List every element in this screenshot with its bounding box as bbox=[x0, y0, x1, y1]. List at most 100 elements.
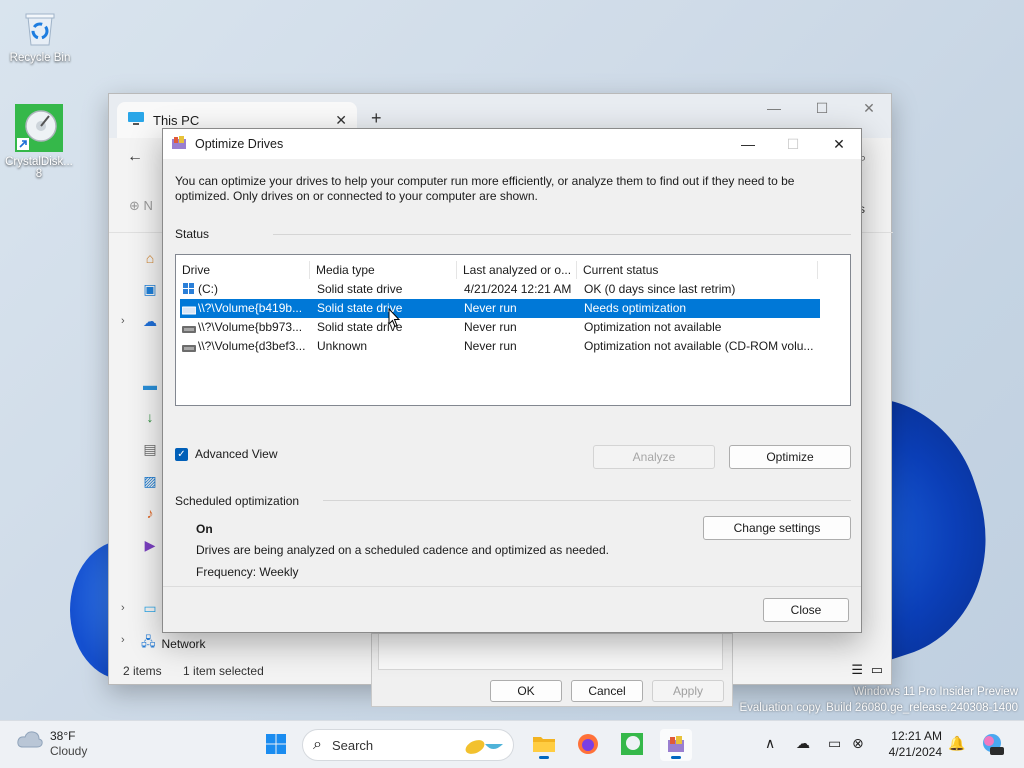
drive-row-volume-bb973[interactable]: \\?\Volume{bb973... Solid state drive Ne… bbox=[180, 318, 820, 337]
close-dialog-button[interactable]: Close bbox=[763, 598, 849, 622]
optimize-button[interactable]: Optimize bbox=[729, 445, 851, 469]
downloads-icon[interactable]: ↓ bbox=[141, 409, 159, 427]
dialog-title: Optimize Drives bbox=[195, 137, 284, 151]
status-item-count: 2 items bbox=[123, 664, 162, 678]
weather-condition: Cloudy bbox=[50, 744, 88, 758]
drive-media: Solid state drive bbox=[317, 282, 403, 296]
chevron-up-icon[interactable]: ∧ bbox=[765, 735, 775, 752]
close-button[interactable]: ✕ bbox=[846, 100, 892, 117]
drive-last-analyzed: Never run bbox=[464, 339, 517, 353]
drive-row-volume-d3bef3[interactable]: \\?\Volume{d3bef3... Unknown Never run O… bbox=[180, 337, 820, 356]
change-settings-button[interactable]: Change settings bbox=[703, 516, 851, 540]
status-section-label: Status bbox=[175, 227, 210, 241]
monitor-icon bbox=[127, 111, 145, 130]
weather-widget[interactable]: 38°F Cloudy bbox=[16, 729, 87, 758]
drive-media: Solid state drive bbox=[317, 301, 403, 315]
minimize-button[interactable]: — bbox=[751, 100, 797, 116]
cloud-icon bbox=[16, 731, 44, 752]
clock[interactable]: 12:21 AM 4/21/2024 bbox=[889, 728, 942, 760]
new-item-button[interactable]: ⊕ N bbox=[129, 198, 153, 214]
optimize-drives-icon bbox=[666, 734, 686, 757]
desktop-icon-recycle-bin[interactable]: Recycle Bin bbox=[2, 8, 78, 64]
home-icon[interactable]: ⌂ bbox=[141, 250, 159, 268]
this-pc-icon[interactable]: ▭ bbox=[141, 600, 159, 618]
maximize-button[interactable]: ☐ bbox=[799, 100, 845, 117]
drive-icon bbox=[182, 323, 196, 333]
documents-icon[interactable]: ▤ bbox=[141, 441, 159, 459]
onedrive-icon[interactable]: ☁ bbox=[141, 313, 159, 331]
clock-date: 4/21/2024 bbox=[888, 745, 942, 759]
new-tab-button[interactable]: + bbox=[371, 108, 382, 129]
drive-status: Optimization not available bbox=[584, 320, 722, 334]
file-explorer-taskbar-button[interactable] bbox=[528, 729, 560, 761]
add-icon: ⊕ bbox=[129, 198, 140, 213]
dialog-minimize-button[interactable]: — bbox=[731, 133, 765, 155]
chevron-right-icon[interactable]: › bbox=[121, 634, 125, 646]
watermark-line1: Windows 11 Pro Insider Preview bbox=[853, 686, 1018, 698]
drive-icon bbox=[182, 342, 196, 352]
drive-status: Needs optimization bbox=[584, 301, 687, 315]
drive-icon bbox=[181, 304, 197, 315]
chevron-right-icon[interactable]: › bbox=[121, 315, 125, 327]
notification-bell-icon[interactable]: 🔔 bbox=[948, 735, 965, 752]
column-header-media-type[interactable]: Media type bbox=[310, 261, 457, 279]
optimize-drives-dialog: Optimize Drives — ☐ ✕ You can optimize y… bbox=[162, 128, 862, 633]
copilot-button[interactable] bbox=[976, 729, 1008, 761]
gallery-icon[interactable]: ▣ bbox=[141, 281, 159, 299]
dialog-maximize-button: ☐ bbox=[786, 136, 800, 152]
recycle-bin-icon bbox=[20, 8, 60, 48]
active-indicator bbox=[539, 756, 549, 759]
ok-button[interactable]: OK bbox=[490, 680, 562, 702]
status-section-rule bbox=[273, 234, 851, 235]
drives-list[interactable]: Drive Media type Last analyzed or o... C… bbox=[175, 254, 851, 406]
apply-button[interactable]: Apply bbox=[652, 680, 724, 702]
taskbar: 38°F Cloudy ⌕ Search ∧ ☁ ▭ ⊗ 12:21 AM 4/… bbox=[0, 720, 1024, 768]
search-label: Search bbox=[331, 737, 374, 753]
drive-row-volume-b419b[interactable]: \\?\Volume{b419b... Solid state drive Ne… bbox=[180, 299, 820, 318]
drive-status: OK (0 days since last retrim) bbox=[584, 282, 736, 296]
dialog-close-button[interactable]: ✕ bbox=[822, 133, 856, 155]
drive-name: \\?\Volume{bb973... bbox=[198, 320, 303, 334]
optimize-drives-icon bbox=[171, 135, 187, 154]
column-header-current-status[interactable]: Current status bbox=[577, 261, 818, 279]
column-header-drive[interactable]: Drive bbox=[176, 261, 310, 279]
optimize-drives-taskbar-button[interactable] bbox=[660, 729, 692, 761]
properties-dialog: OK Cancel Apply bbox=[371, 633, 733, 707]
details-view-icon[interactable]: ☰ bbox=[851, 662, 863, 678]
advanced-view-label[interactable]: Advanced View bbox=[195, 447, 278, 461]
desktop-icon-crystaldisk[interactable]: CrystalDisk... 8 bbox=[1, 104, 77, 180]
start-button[interactable] bbox=[260, 729, 292, 761]
back-arrow-icon[interactable]: ← bbox=[127, 148, 143, 166]
drive-row-c[interactable]: (C:) Solid state drive 4/21/2024 12:21 A… bbox=[180, 280, 820, 299]
crystaldisk-taskbar-button[interactable] bbox=[616, 729, 648, 761]
advanced-view-checkbox[interactable]: ✓ bbox=[175, 448, 188, 461]
music-icon[interactable]: ♪ bbox=[141, 505, 159, 523]
chevron-right-icon[interactable]: › bbox=[121, 602, 125, 614]
cancel-button[interactable]: Cancel bbox=[571, 680, 643, 702]
close-tab-icon[interactable]: ✕ bbox=[335, 112, 347, 129]
scheduled-section-rule bbox=[323, 500, 851, 501]
desktop-icon-label: Recycle Bin bbox=[9, 52, 71, 64]
sidebar-item-network[interactable]: 🖧 Network bbox=[141, 633, 206, 655]
status-bar: 2 items 1 item selected bbox=[123, 664, 264, 678]
network-offline-icon[interactable]: ⊗ bbox=[852, 735, 864, 752]
drive-last-analyzed: Never run bbox=[464, 320, 517, 334]
drive-name: \\?\Volume{d3bef3... bbox=[198, 339, 306, 353]
display-icon[interactable]: ▭ bbox=[828, 735, 841, 752]
drive-last-analyzed: 4/21/2024 12:21 AM bbox=[464, 282, 572, 296]
windows-logo-icon bbox=[265, 733, 287, 758]
firefox-taskbar-button[interactable] bbox=[572, 729, 604, 761]
pictures-icon[interactable]: ▨ bbox=[141, 473, 159, 491]
videos-icon[interactable]: ▶ bbox=[141, 537, 159, 555]
drive-name: (C:) bbox=[198, 282, 218, 296]
copilot-pre-icon bbox=[980, 732, 1004, 759]
analyze-button[interactable]: Analyze bbox=[593, 445, 715, 469]
desktop-folder-icon[interactable]: ▬ bbox=[141, 377, 159, 395]
tiles-view-icon[interactable]: ▭ bbox=[871, 662, 883, 678]
explorer-tab-title: This PC bbox=[153, 112, 200, 128]
onedrive-offline-icon[interactable]: ☁ bbox=[796, 735, 810, 752]
drive-name: \\?\Volume{b419b... bbox=[198, 301, 303, 315]
column-header-last-analyzed[interactable]: Last analyzed or o... bbox=[457, 261, 577, 279]
taskbar-search[interactable]: ⌕ Search bbox=[302, 729, 514, 761]
windows-drive-icon bbox=[182, 282, 196, 294]
